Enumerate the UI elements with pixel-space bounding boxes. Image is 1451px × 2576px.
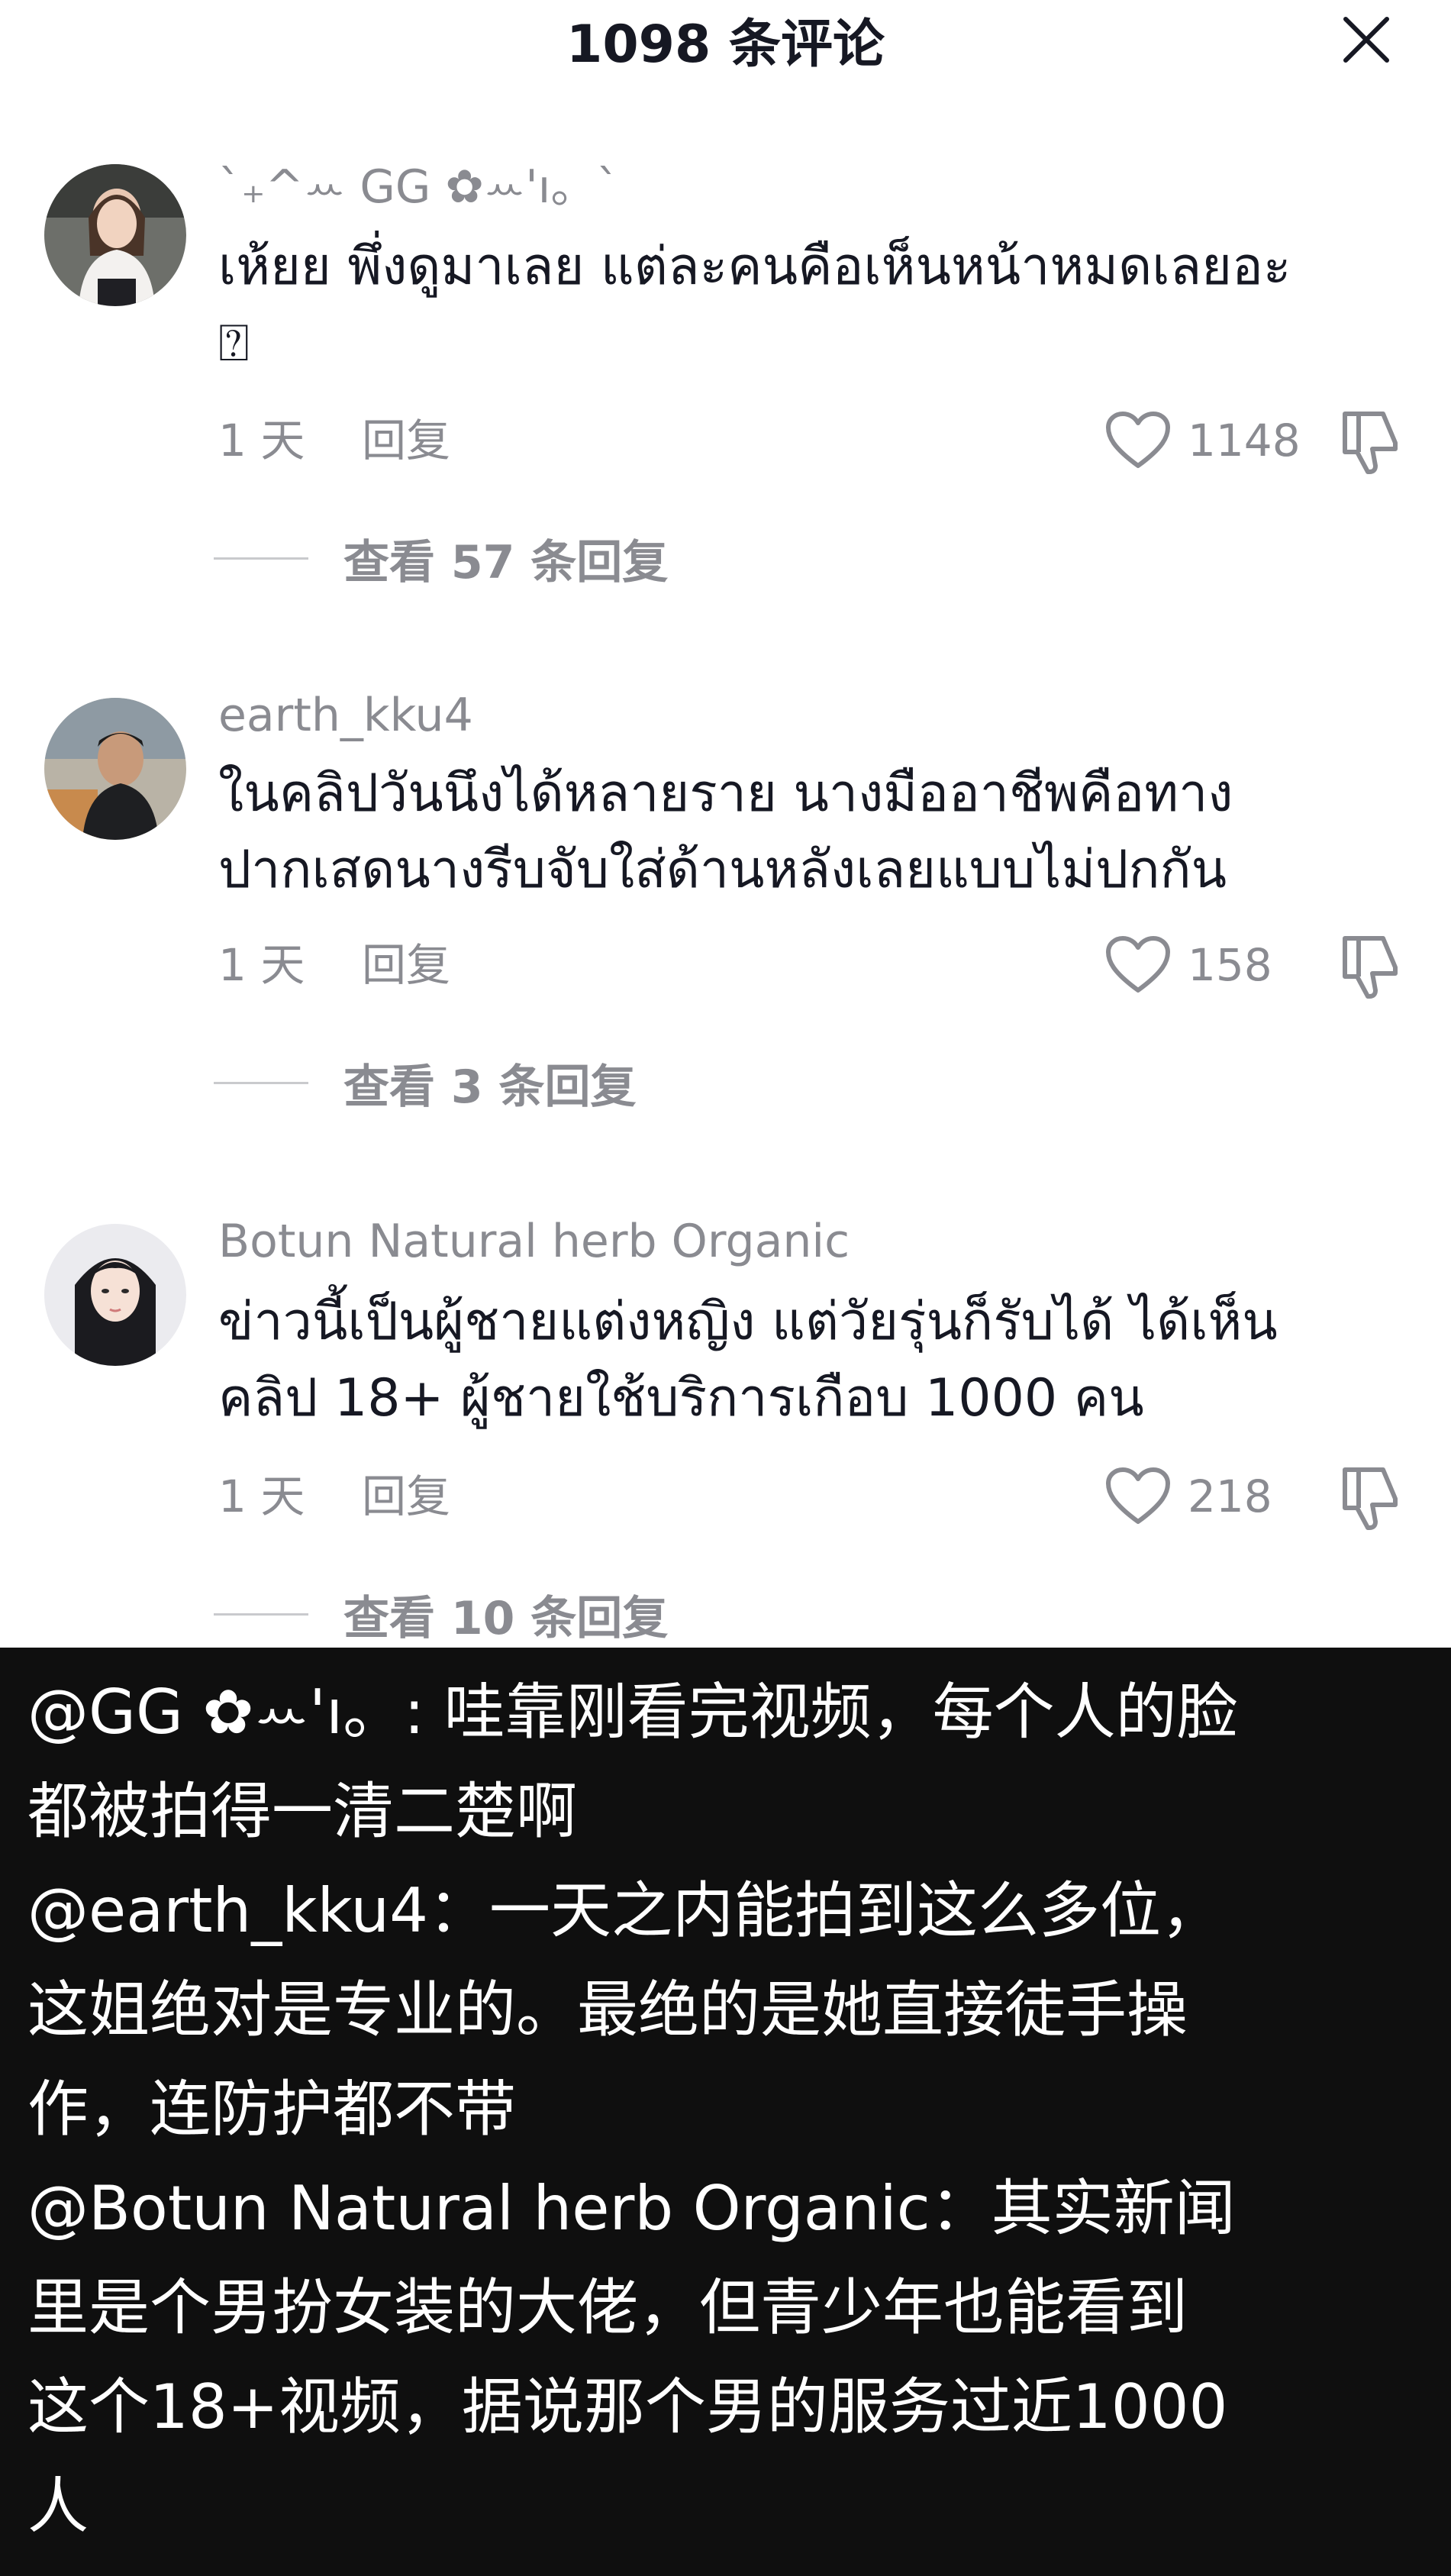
like-count: 1148 (1188, 415, 1301, 466)
view-replies-label: 查看 57 条回复 (343, 535, 669, 589)
caption-line: 里是个男扮女装的大佬，但青少年也能看到 (27, 2272, 1188, 2343)
view-replies-label: 查看 10 条回复 (343, 1591, 669, 1645)
caption-line: @earth_kku4：一天之内能拍到这么多位， (27, 1875, 1222, 1946)
caption-line: 人 (27, 2471, 89, 2542)
divider-line (214, 1081, 308, 1084)
avatar[interactable] (44, 698, 186, 840)
comment-text-line: ⍰ (218, 313, 250, 373)
heart-outline-icon (1106, 1467, 1170, 1524)
heart-outline-icon (1106, 412, 1170, 468)
view-replies-button[interactable]: 查看 10 条回复 (214, 1583, 668, 1645)
caption-line: 这姐绝对是专业的。最绝的是她直接徒手操 (27, 1974, 1188, 2045)
view-replies-button[interactable]: 查看 3 条回复 (214, 1052, 637, 1114)
caption-line: @GG ✿ꕀ'ı。: 哇靠刚看完视频，每个人的脸 (27, 1677, 1238, 1748)
comment-time: 1 天 (218, 939, 305, 991)
caption-line: @Botun Natural herb Organic：其实新闻 (27, 2173, 1236, 2244)
dislike-button[interactable] (1336, 406, 1404, 475)
comments-count-title: 1098 条评论 (566, 15, 885, 75)
comment-text-line: ข่าวนี้เป็นผู้ชายแต่งหญิง แต่วัยรุ่นก็รั… (218, 1292, 1278, 1352)
view-replies-label: 查看 3 条回复 (343, 1060, 637, 1114)
avatar[interactable] (44, 1224, 186, 1366)
comment-username[interactable]: Botun Natural herb Organic (218, 1211, 850, 1272)
like-count: 158 (1188, 939, 1272, 991)
reply-button[interactable]: 回复 (362, 1466, 450, 1527)
dislike-button[interactable] (1336, 931, 1404, 999)
translation-caption: @GG ✿ꕀ'ı。: 哇靠刚看完视频，每个人的脸 都被拍得一清二楚啊 @eart… (0, 1648, 1451, 2576)
like-button[interactable]: 1148 (1105, 406, 1301, 475)
dislike-button[interactable] (1336, 1462, 1404, 1531)
view-replies-button[interactable]: 查看 57 条回复 (214, 528, 668, 589)
like-button[interactable]: 158 (1105, 931, 1272, 999)
thumbs-down-icon (1343, 1467, 1398, 1530)
comment-time: 1 天 (218, 415, 305, 466)
divider-line (214, 557, 308, 560)
comment-text: เห้ยย พึ่งดูมาเลย แต่ละคนคือเห็นหน้าหมดเ… (218, 229, 1409, 382)
comment-text: ในคลิปวันนึงได้หลายราย นางมืออาชีพคือทาง… (218, 756, 1409, 909)
comment-username[interactable]: ˋ₊^ꕀ GG ✿ꕀ'ı。ˋ (218, 157, 619, 218)
close-button[interactable] (1336, 9, 1397, 70)
comment-text-line: คลิป 18+ ผู้ชายใช้บริการเกือบ 1000 คน (218, 1368, 1144, 1428)
like-count: 218 (1188, 1470, 1272, 1522)
comments-header: 1098 条评论 (0, 0, 1451, 99)
divider-line (214, 1612, 308, 1616)
thumbs-down-icon (1343, 412, 1398, 474)
reply-button[interactable]: 回复 (362, 935, 450, 996)
caption-line: 作，连防护都不带 (27, 2074, 516, 2145)
avatar[interactable] (44, 164, 186, 306)
comment-time: 1 天 (218, 1470, 305, 1522)
comment-text-line: ปากเสดนางรีบจับใส่ด้านหลังเลยแบบไม่ปกกัน (218, 840, 1227, 900)
like-button[interactable]: 218 (1105, 1462, 1272, 1531)
thumbs-down-icon (1343, 936, 1398, 999)
caption-line: 这个18+视频，据说那个男的服务过近1000 (27, 2371, 1228, 2442)
caption-line: 都被拍得一清二楚啊 (27, 1776, 577, 1847)
reply-button[interactable]: 回复 (362, 410, 450, 471)
heart-outline-icon (1106, 936, 1170, 993)
close-icon (1343, 17, 1389, 63)
comment-username[interactable]: earth_kku4 (218, 685, 473, 746)
comment-text: ข่าวนี้เป็นผู้ชายแต่งหญิง แต่วัยรุ่นก็รั… (218, 1284, 1409, 1437)
comment-text-line: เห้ยย พึ่งดูมาเลย แต่ละคนคือเห็นหน้าหมดเ… (218, 237, 1291, 297)
comment-text-line: ในคลิปวันนึงได้หลายราย นางมืออาชีพคือทาง (218, 763, 1233, 824)
